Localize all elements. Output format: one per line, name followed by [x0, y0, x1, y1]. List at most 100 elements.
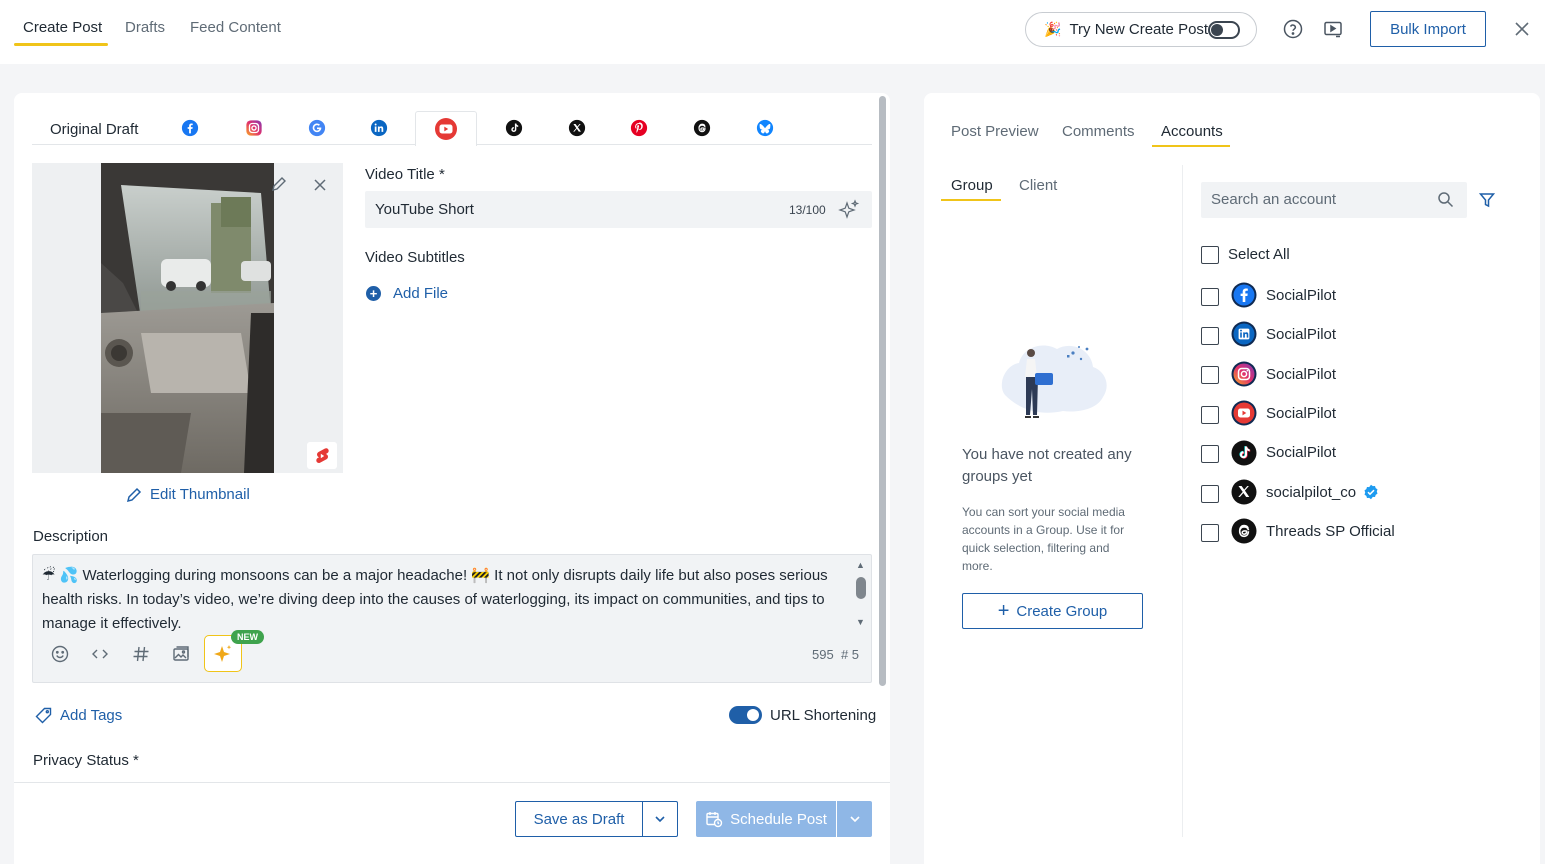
- empty-groups-description: You can sort your social media accounts …: [962, 505, 1125, 573]
- schedule-post-label: Schedule Post: [730, 810, 827, 828]
- tab-comments[interactable]: Comments: [1062, 123, 1135, 140]
- account-checkbox[interactable]: [1201, 288, 1219, 306]
- video-title-char-count: 13/100: [789, 203, 826, 217]
- account-name: SocialPilot: [1266, 287, 1337, 304]
- scroll-down-arrow-icon[interactable]: ▼: [856, 617, 866, 627]
- new-badge: NEW: [231, 630, 264, 644]
- x-icon[interactable]: [568, 119, 586, 137]
- help-icon[interactable]: [1283, 19, 1303, 39]
- description-scrollbar-thumb[interactable]: [856, 577, 866, 599]
- save-draft-dropdown-button[interactable]: [642, 801, 678, 837]
- bulk-import-button[interactable]: Bulk Import: [1370, 11, 1486, 47]
- facebook-icon: [1231, 282, 1257, 308]
- subtab-client[interactable]: Client: [1019, 177, 1057, 194]
- account-name: SocialPilot: [1266, 326, 1337, 343]
- url-shortening-toggle[interactable]: [729, 706, 762, 724]
- chevron-down-icon: [655, 816, 665, 823]
- schedule-post-button[interactable]: Schedule Post: [696, 801, 836, 837]
- party-icon: 🎉: [1044, 21, 1062, 37]
- pinterest-icon[interactable]: [630, 119, 648, 137]
- youtube-shorts-icon: [316, 447, 329, 463]
- compose-scrollbar[interactable]: [879, 96, 886, 686]
- description-text[interactable]: ☔ 💦 Waterlogging during monsoons can be …: [42, 564, 842, 636]
- add-tags-link[interactable]: Add Tags: [35, 707, 122, 724]
- tag-icon: [35, 707, 52, 724]
- tab-feed-content[interactable]: Feed Content: [190, 19, 281, 36]
- accounts-tab-indicator: [1152, 145, 1230, 147]
- account-checkbox[interactable]: [1201, 485, 1219, 503]
- hashtag-count: # 5: [840, 647, 860, 662]
- verified-badge-icon: [1364, 484, 1378, 500]
- bluesky-icon[interactable]: [756, 119, 774, 137]
- tab-active-indicator: [14, 43, 108, 46]
- account-checkbox[interactable]: [1201, 445, 1219, 463]
- close-icon[interactable]: [1513, 20, 1531, 38]
- edit-media-icon[interactable]: [271, 176, 287, 192]
- account-search-input[interactable]: [1211, 191, 1421, 208]
- account-checkbox[interactable]: [1201, 524, 1219, 542]
- media-library-icon[interactable]: [171, 644, 191, 664]
- youtube-icon: [1231, 400, 1257, 426]
- hashtag-icon[interactable]: [131, 644, 151, 664]
- try-new-switch[interactable]: [1208, 21, 1240, 39]
- plus-circle-icon: +: [366, 286, 381, 301]
- create-group-button[interactable]: + Create Group: [962, 593, 1143, 629]
- character-count: 595: [812, 647, 834, 662]
- youtube-icon[interactable]: [432, 117, 460, 141]
- tab-accounts[interactable]: Accounts: [1161, 123, 1223, 140]
- plus-icon: +: [997, 600, 1010, 622]
- tab-drafts[interactable]: Drafts: [125, 19, 165, 36]
- url-shortening-label: URL Shortening: [770, 707, 877, 724]
- create-group-label: Create Group: [1016, 602, 1108, 620]
- edit-thumbnail-label: Edit Thumbnail: [150, 486, 250, 503]
- shorts-badge: [307, 442, 337, 469]
- description-label: Description: [33, 528, 109, 545]
- remove-media-icon[interactable]: [313, 178, 327, 192]
- select-all-checkbox[interactable]: [1201, 246, 1219, 264]
- instagram-icon[interactable]: [245, 119, 263, 137]
- account-name: socialpilot_co: [1266, 484, 1357, 501]
- account-name: SocialPilot: [1266, 405, 1337, 422]
- tiktok-icon[interactable]: [505, 119, 523, 137]
- ai-sparkle-icon: [214, 644, 232, 662]
- schedule-dropdown-button[interactable]: [837, 801, 872, 837]
- description-counts: 595 # 5: [812, 647, 859, 662]
- tab-create-post[interactable]: Create Post: [23, 19, 102, 36]
- subtab-group[interactable]: Group: [951, 177, 993, 194]
- add-file-button[interactable]: + Add File: [366, 285, 448, 302]
- ai-sparkle-icon[interactable]: [838, 199, 860, 221]
- code-icon[interactable]: [90, 644, 110, 664]
- video-tutorial-icon[interactable]: [1323, 19, 1343, 39]
- add-file-label: Add File: [393, 285, 449, 302]
- try-new-create-post-toggle[interactable]: 🎉 Try New Create Post: [1025, 12, 1257, 47]
- search-icon[interactable]: [1437, 191, 1454, 208]
- select-all-label: Select All: [1228, 246, 1290, 263]
- account-checkbox[interactable]: [1201, 366, 1219, 384]
- account-checkbox[interactable]: [1201, 406, 1219, 424]
- tab-post-preview[interactable]: Post Preview: [951, 123, 1039, 140]
- scroll-up-arrow-icon[interactable]: ▲: [856, 560, 866, 570]
- video-title-value[interactable]: YouTube Short: [375, 201, 474, 218]
- privacy-status-label: Privacy Status *: [33, 752, 139, 769]
- chevron-down-icon: [849, 816, 860, 823]
- threads-icon[interactable]: [693, 119, 711, 137]
- google-business-icon[interactable]: [308, 119, 326, 137]
- pencil-icon: [126, 487, 142, 502]
- tab-original-draft[interactable]: Original Draft: [50, 121, 138, 138]
- edit-thumbnail-link[interactable]: Edit Thumbnail: [126, 486, 250, 503]
- video-thumbnail[interactable]: [101, 163, 274, 473]
- linkedin-icon[interactable]: [370, 119, 388, 137]
- x-icon: [1231, 479, 1257, 505]
- filter-icon[interactable]: [1479, 192, 1495, 208]
- facebook-icon[interactable]: [181, 119, 199, 137]
- account-checkbox[interactable]: [1201, 327, 1219, 345]
- account-name: SocialPilot: [1266, 366, 1337, 383]
- threads-icon: [1231, 518, 1257, 544]
- tiktok-icon: [1231, 440, 1257, 466]
- emoji-icon[interactable]: [50, 644, 70, 664]
- add-tags-label: Add Tags: [60, 707, 123, 724]
- video-subtitles-label: Video Subtitles: [365, 249, 465, 266]
- save-as-draft-button[interactable]: Save as Draft: [515, 801, 643, 837]
- empty-groups-illustration: [1001, 345, 1107, 418]
- account-name: Threads SP Official: [1266, 523, 1395, 540]
